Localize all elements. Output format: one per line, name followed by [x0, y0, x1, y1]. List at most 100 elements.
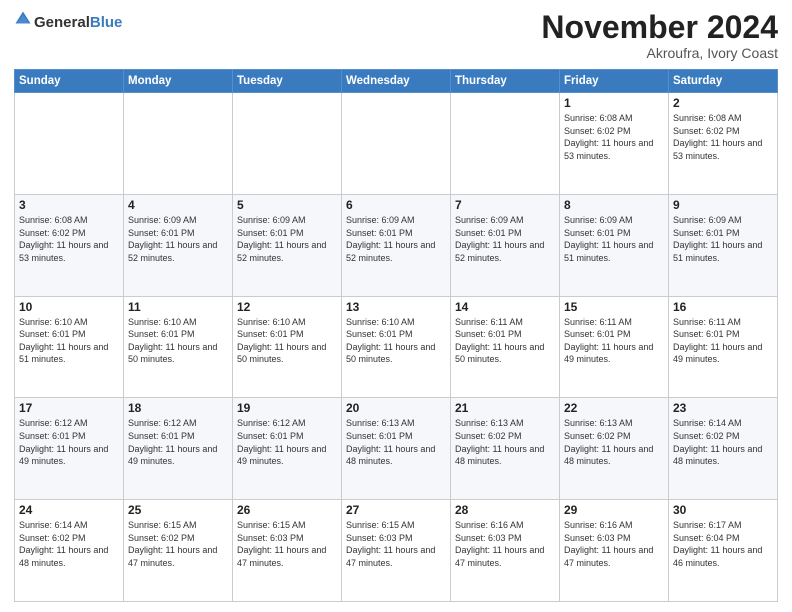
day-number: 12 [237, 300, 337, 314]
day-number: 16 [673, 300, 773, 314]
day-info: Sunrise: 6:16 AMSunset: 6:03 PMDaylight:… [564, 520, 653, 568]
day-number: 14 [455, 300, 555, 314]
day-info: Sunrise: 6:09 AMSunset: 6:01 PMDaylight:… [673, 215, 762, 263]
day-number: 25 [128, 503, 228, 517]
calendar-cell: 15Sunrise: 6:11 AMSunset: 6:01 PMDayligh… [560, 296, 669, 398]
day-info: Sunrise: 6:12 AMSunset: 6:01 PMDaylight:… [237, 418, 326, 466]
calendar-cell: 6Sunrise: 6:09 AMSunset: 6:01 PMDaylight… [342, 194, 451, 296]
calendar-cell: 14Sunrise: 6:11 AMSunset: 6:01 PMDayligh… [451, 296, 560, 398]
calendar-cell [124, 93, 233, 195]
month-title: November 2024 [541, 10, 778, 45]
calendar-cell: 26Sunrise: 6:15 AMSunset: 6:03 PMDayligh… [233, 500, 342, 602]
calendar-page: GeneralBlue November 2024 Akroufra, Ivor… [0, 0, 792, 612]
calendar-cell [342, 93, 451, 195]
day-info: Sunrise: 6:09 AMSunset: 6:01 PMDaylight:… [346, 215, 435, 263]
calendar-table: SundayMondayTuesdayWednesdayThursdayFrid… [14, 69, 778, 602]
calendar-week-1: 1 Sunrise: 6:08 AMSunset: 6:02 PMDaylight… [15, 93, 778, 195]
calendar-cell: 2 Sunrise: 6:08 AMSunset: 6:02 PMDaylight… [669, 93, 778, 195]
day-info: Sunrise: 6:09 AMSunset: 6:01 PMDaylight:… [564, 215, 653, 263]
calendar-week-2: 3Sunrise: 6:08 AMSunset: 6:02 PMDaylight… [15, 194, 778, 296]
logo-general-text: General [34, 14, 90, 31]
calendar-cell: 5 Sunrise: 6:09 AMSunset: 6:01 PMDaylight… [233, 194, 342, 296]
location-title: Akroufra, Ivory Coast [541, 45, 778, 61]
day-info: Sunrise: 6:14 AMSunset: 6:02 PMDaylight:… [19, 520, 108, 568]
day-number: 9 [673, 198, 773, 212]
day-info: Sunrise: 6:09 AMSunset: 6:01 PMDaylight:… [237, 215, 326, 263]
day-info: Sunrise: 6:14 AMSunset: 6:02 PMDaylight:… [673, 418, 762, 466]
logo-icon [14, 10, 32, 35]
calendar-cell: 29 Sunrise: 6:16 AMSunset: 6:03 PMDayligh… [560, 500, 669, 602]
day-info: Sunrise: 6:15 AMSunset: 6:03 PMDaylight:… [237, 520, 326, 568]
weekday-header-tuesday: Tuesday [233, 70, 342, 93]
weekday-header-saturday: Saturday [669, 70, 778, 93]
day-number: 27 [346, 503, 446, 517]
day-info: Sunrise: 6:09 AMSunset: 6:01 PMDaylight:… [455, 215, 544, 263]
day-number: 5 [237, 198, 337, 212]
day-info: Sunrise: 6:15 AMSunset: 6:03 PMDaylight:… [346, 520, 435, 568]
day-info: Sunrise: 6:15 AMSunset: 6:02 PMDaylight:… [128, 520, 217, 568]
day-number: 23 [673, 401, 773, 415]
calendar-cell: 13Sunrise: 6:10 AMSunset: 6:01 PMDayligh… [342, 296, 451, 398]
calendar-cell: 19 Sunrise: 6:12 AMSunset: 6:01 PMDayligh… [233, 398, 342, 500]
calendar-cell: 27 Sunrise: 6:15 AMSunset: 6:03 PMDayligh… [342, 500, 451, 602]
logo-text: GeneralBlue [34, 14, 122, 32]
calendar-cell: 3Sunrise: 6:08 AMSunset: 6:02 PMDaylight… [15, 194, 124, 296]
day-info: Sunrise: 6:10 AMSunset: 6:01 PMDaylight:… [237, 317, 326, 365]
day-number: 20 [346, 401, 446, 415]
calendar-cell: 16 Sunrise: 6:11 AMSunset: 6:01 PMDayligh… [669, 296, 778, 398]
day-number: 4 [128, 198, 228, 212]
page-header: GeneralBlue November 2024 Akroufra, Ivor… [14, 10, 778, 61]
day-number: 11 [128, 300, 228, 314]
calendar-header: SundayMondayTuesdayWednesdayThursdayFrid… [15, 70, 778, 93]
calendar-cell: 11 Sunrise: 6:10 AMSunset: 6:01 PMDayligh… [124, 296, 233, 398]
day-info: Sunrise: 6:10 AMSunset: 6:01 PMDaylight:… [19, 317, 108, 365]
day-info: Sunrise: 6:13 AMSunset: 6:02 PMDaylight:… [564, 418, 653, 466]
calendar-cell: 23 Sunrise: 6:14 AMSunset: 6:02 PMDayligh… [669, 398, 778, 500]
day-number: 21 [455, 401, 555, 415]
calendar-cell: 8 Sunrise: 6:09 AMSunset: 6:01 PMDaylight… [560, 194, 669, 296]
calendar-cell: 17 Sunrise: 6:12 AMSunset: 6:01 PMDayligh… [15, 398, 124, 500]
day-number: 18 [128, 401, 228, 415]
day-number: 1 [564, 96, 664, 110]
calendar-body: 1 Sunrise: 6:08 AMSunset: 6:02 PMDaylight… [15, 93, 778, 602]
day-number: 7 [455, 198, 555, 212]
day-number: 2 [673, 96, 773, 110]
day-info: Sunrise: 6:12 AMSunset: 6:01 PMDaylight:… [128, 418, 217, 466]
calendar-cell [451, 93, 560, 195]
day-info: Sunrise: 6:11 AMSunset: 6:01 PMDaylight:… [564, 317, 653, 365]
calendar-cell [233, 93, 342, 195]
day-number: 17 [19, 401, 119, 415]
calendar-cell: 25 Sunrise: 6:15 AMSunset: 6:02 PMDayligh… [124, 500, 233, 602]
day-info: Sunrise: 6:16 AMSunset: 6:03 PMDaylight:… [455, 520, 544, 568]
day-info: Sunrise: 6:09 AMSunset: 6:01 PMDaylight:… [128, 215, 217, 263]
day-number: 24 [19, 503, 119, 517]
calendar-cell: 20 Sunrise: 6:13 AMSunset: 6:01 PMDayligh… [342, 398, 451, 500]
calendar-cell: 7 Sunrise: 6:09 AMSunset: 6:01 PMDaylight… [451, 194, 560, 296]
day-number: 10 [19, 300, 119, 314]
calendar-cell: 18 Sunrise: 6:12 AMSunset: 6:01 PMDayligh… [124, 398, 233, 500]
calendar-week-4: 17 Sunrise: 6:12 AMSunset: 6:01 PMDayligh… [15, 398, 778, 500]
day-number: 22 [564, 401, 664, 415]
calendar-cell: 10 Sunrise: 6:10 AMSunset: 6:01 PMDayligh… [15, 296, 124, 398]
calendar-cell [15, 93, 124, 195]
day-info: Sunrise: 6:13 AMSunset: 6:01 PMDaylight:… [346, 418, 435, 466]
day-info: Sunrise: 6:12 AMSunset: 6:01 PMDaylight:… [19, 418, 108, 466]
day-info: Sunrise: 6:13 AMSunset: 6:02 PMDaylight:… [455, 418, 544, 466]
calendar-week-5: 24 Sunrise: 6:14 AMSunset: 6:02 PMDayligh… [15, 500, 778, 602]
calendar-cell: 9 Sunrise: 6:09 AMSunset: 6:01 PMDaylight… [669, 194, 778, 296]
day-info: Sunrise: 6:11 AMSunset: 6:01 PMDaylight:… [673, 317, 762, 365]
day-info: Sunrise: 6:08 AMSunset: 6:02 PMDaylight:… [673, 113, 762, 161]
logo: GeneralBlue [14, 10, 122, 35]
day-number: 29 [564, 503, 664, 517]
weekday-header-sunday: Sunday [15, 70, 124, 93]
day-number: 30 [673, 503, 773, 517]
weekday-header-friday: Friday [560, 70, 669, 93]
day-number: 19 [237, 401, 337, 415]
day-info: Sunrise: 6:10 AMSunset: 6:01 PMDaylight:… [128, 317, 217, 365]
calendar-cell: 12 Sunrise: 6:10 AMSunset: 6:01 PMDayligh… [233, 296, 342, 398]
day-info: Sunrise: 6:17 AMSunset: 6:04 PMDaylight:… [673, 520, 762, 568]
day-number: 28 [455, 503, 555, 517]
weekday-header-monday: Monday [124, 70, 233, 93]
calendar-cell: 28 Sunrise: 6:16 AMSunset: 6:03 PMDayligh… [451, 500, 560, 602]
day-number: 8 [564, 198, 664, 212]
